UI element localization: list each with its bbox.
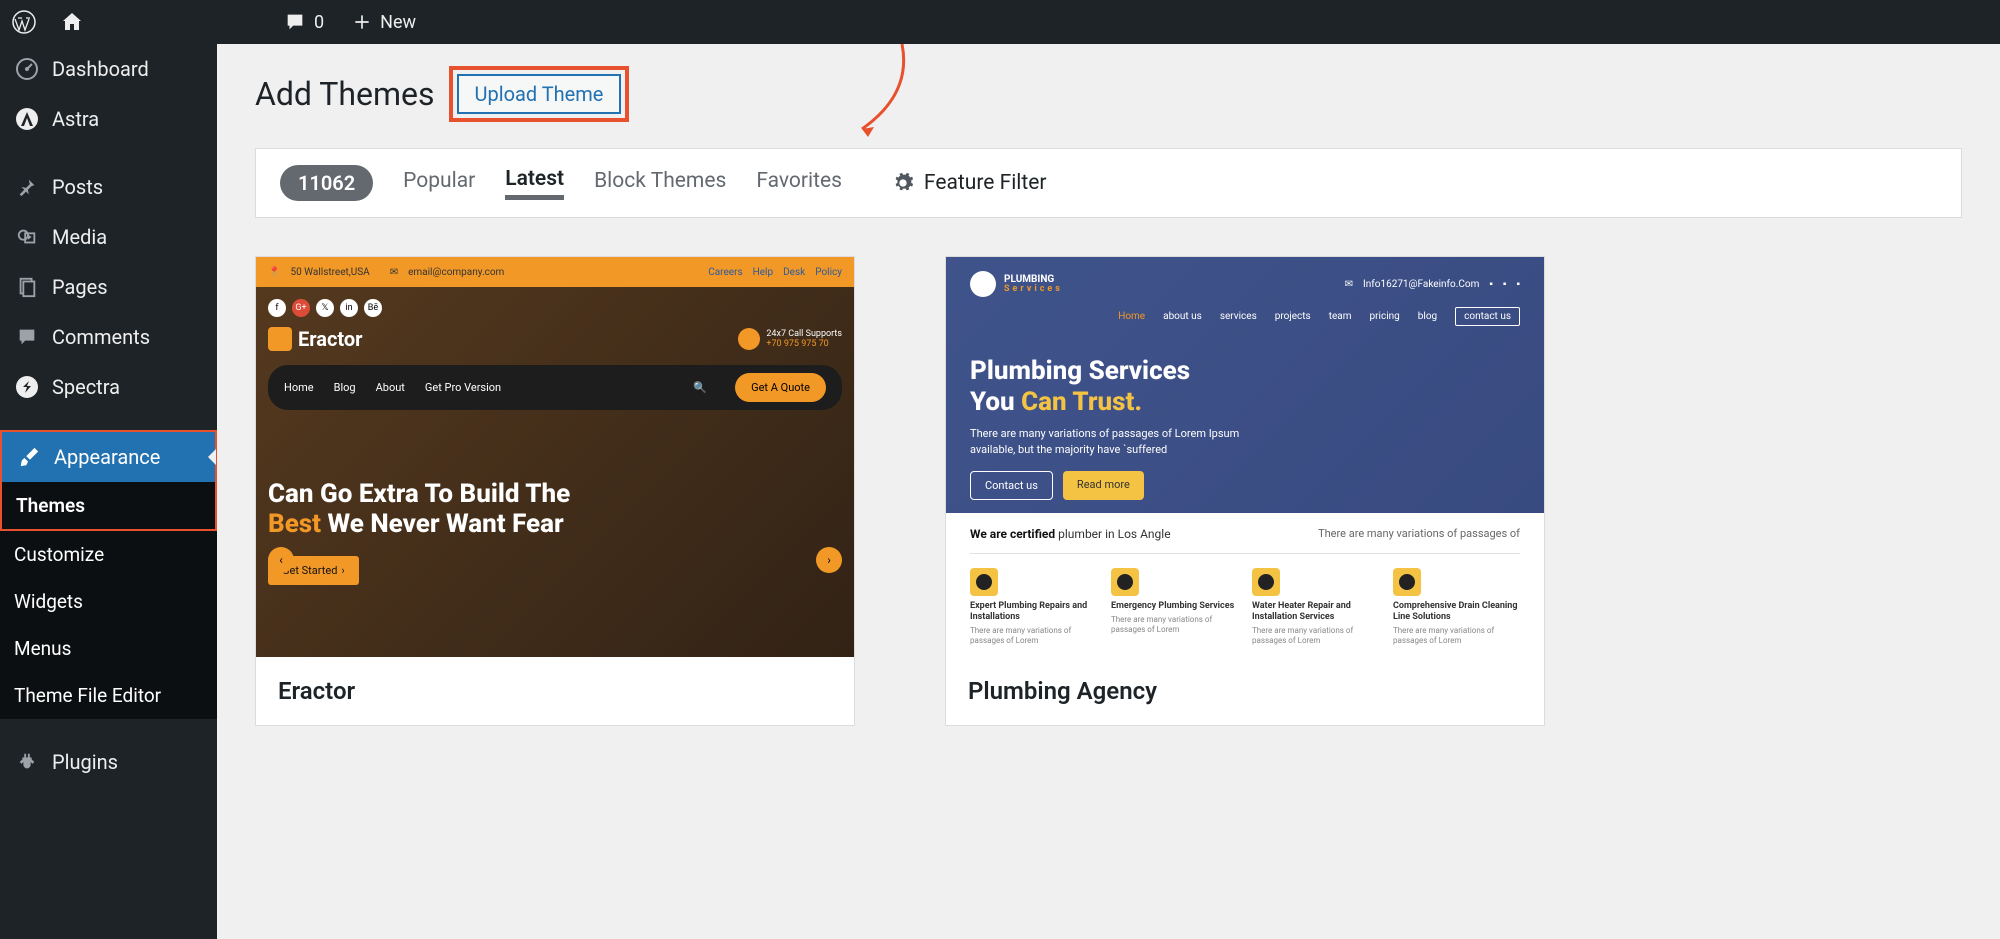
- new-label: New: [380, 12, 416, 33]
- preview-call: 24x7 Call Supports+70 975 975 70: [738, 328, 842, 350]
- sidebar-sub-widgets[interactable]: Widgets: [0, 578, 217, 625]
- sidebar-sub-label: Theme File Editor: [14, 684, 161, 707]
- new-button[interactable]: New: [352, 12, 416, 33]
- sidebar-item-appearance[interactable]: Appearance: [2, 430, 215, 482]
- upload-highlight: Upload Theme: [449, 66, 630, 122]
- preview-link: Careers: [708, 267, 742, 278]
- plugin-icon: [14, 749, 40, 775]
- theme-preview: 📍50 Wallstreet,USA ✉email@company.com Ca…: [256, 257, 854, 657]
- main-content: Add Themes Upload Theme 11062 Popular La…: [217, 44, 2000, 939]
- telegram-icon: ▪: [1516, 279, 1520, 290]
- gear-icon: [892, 172, 914, 194]
- preview-socials: fG+𝕏inBē: [268, 299, 382, 317]
- tab-latest[interactable]: Latest: [505, 167, 564, 200]
- media-icon: [14, 224, 40, 250]
- sidebar-item-dashboard[interactable]: Dashboard: [0, 44, 217, 94]
- theme-card-plumbing[interactable]: PLUMBINGServices ✉Info16271@Fakeinfo.Com…: [945, 256, 1545, 726]
- tab-block-themes[interactable]: Block Themes: [594, 169, 726, 197]
- sidebar-item-media[interactable]: Media: [0, 212, 217, 262]
- preview-contact-btn: Contact us: [970, 471, 1053, 500]
- comments-count-value: 0: [314, 12, 324, 33]
- sidebar-label: Comments: [52, 325, 150, 349]
- admin-topbar: 0 New: [0, 0, 2000, 44]
- dashboard-icon: [14, 56, 40, 82]
- sidebar-label: Media: [52, 225, 107, 249]
- carousel-prev-icon: ‹: [268, 547, 294, 573]
- sidebar-sub-label: Themes: [16, 494, 85, 517]
- upload-theme-button[interactable]: Upload Theme: [457, 74, 622, 114]
- sidebar-label: Plugins: [52, 750, 118, 774]
- sidebar-label: Posts: [52, 175, 103, 199]
- sidebar-item-spectra[interactable]: Spectra: [0, 362, 217, 412]
- preview-address: 50 Wallstreet,USA: [290, 267, 369, 278]
- sidebar-sub-label: Menus: [14, 637, 71, 660]
- page-header: Add Themes Upload Theme: [255, 66, 1962, 122]
- sidebar-item-posts[interactable]: Posts: [0, 162, 217, 212]
- theme-name: Plumbing Agency: [946, 657, 1544, 725]
- sidebar-label: Appearance: [54, 445, 160, 469]
- sidebar-sub-theme-file-editor[interactable]: Theme File Editor: [0, 672, 217, 719]
- facebook-icon: ▪: [1489, 279, 1493, 290]
- preview-read-btn: Read more: [1063, 471, 1144, 500]
- home-icon[interactable]: [60, 10, 84, 34]
- preview-email: Info16271@Fakeinfo.Com: [1363, 279, 1479, 290]
- wordpress-logo-icon[interactable]: [12, 10, 36, 34]
- search-icon: 🔍: [693, 381, 707, 394]
- admin-sidebar: Dashboard Astra Posts Media Pages Commen…: [0, 44, 217, 939]
- preview-hero: fG+𝕏inBē Eractor 24x7 Call Supports+70 9…: [256, 287, 854, 657]
- preview-lower: We are certified plumber in Los Angle Th…: [946, 513, 1544, 657]
- theme-preview: PLUMBINGServices ✉Info16271@Fakeinfo.Com…: [946, 257, 1544, 657]
- brush-icon: [16, 444, 42, 470]
- twitter-icon: ▪: [1503, 279, 1507, 290]
- preview-email: email@company.com: [408, 267, 504, 278]
- plus-icon: [352, 12, 372, 32]
- preview-headline: Can Go Extra To Build The Best We Never …: [268, 480, 842, 540]
- sidebar-sub-menus[interactable]: Menus: [0, 625, 217, 672]
- preview-headline: Plumbing Services You Can Trust.: [970, 356, 1520, 418]
- preview-topbar: 📍50 Wallstreet,USA ✉email@company.com Ca…: [256, 257, 854, 287]
- page-title: Add Themes: [255, 75, 435, 113]
- filter-bar: 11062 Popular Latest Block Themes Favori…: [255, 148, 1962, 218]
- astra-icon: [14, 106, 40, 132]
- sidebar-item-comments[interactable]: Comments: [0, 312, 217, 362]
- sidebar-sub-label: Widgets: [14, 590, 83, 613]
- spectra-icon: [14, 374, 40, 400]
- sidebar-item-astra[interactable]: Astra: [0, 94, 217, 144]
- comment-icon: [14, 324, 40, 350]
- comments-count[interactable]: 0: [284, 11, 324, 33]
- comment-icon: [284, 11, 306, 33]
- sidebar-item-plugins[interactable]: Plugins: [0, 737, 217, 787]
- sidebar-sub-themes[interactable]: Themes: [2, 482, 215, 529]
- sidebar-sub-customize[interactable]: Customize: [0, 531, 217, 578]
- theme-count-badge: 11062: [280, 165, 373, 201]
- sidebar-label: Astra: [52, 107, 99, 131]
- preview-logo: Eractor: [268, 327, 363, 351]
- themes-grid: 📍50 Wallstreet,USA ✉email@company.com Ca…: [255, 256, 1962, 726]
- feature-filter-button[interactable]: Feature Filter: [892, 171, 1047, 195]
- carousel-next-icon: ›: [816, 547, 842, 573]
- theme-name: Eractor: [256, 657, 854, 725]
- feature-filter-label: Feature Filter: [924, 171, 1047, 195]
- tab-popular[interactable]: Popular: [403, 169, 475, 197]
- preview-hero: PLUMBINGServices ✉Info16271@Fakeinfo.Com…: [946, 257, 1544, 513]
- tab-favorites[interactable]: Favorites: [756, 169, 842, 197]
- preview-nav: Home Blog About Get Pro Version 🔍 Get A …: [268, 365, 842, 410]
- preview-link: Policy: [815, 267, 842, 278]
- appearance-section: Appearance Themes: [0, 430, 217, 531]
- sidebar-sub-label: Customize: [14, 543, 104, 566]
- preview-link: Desk: [783, 267, 805, 278]
- preview-nav: Home about us services projects team pri…: [970, 307, 1520, 326]
- sidebar-label: Spectra: [52, 375, 120, 399]
- sidebar-label: Pages: [52, 275, 108, 299]
- preview-link: Help: [753, 267, 773, 278]
- preview-desc: There are many variations of passages of…: [970, 426, 1250, 457]
- preview-quote-btn: Get A Quote: [735, 373, 826, 402]
- sidebar-item-pages[interactable]: Pages: [0, 262, 217, 312]
- preview-logo: PLUMBINGServices: [970, 271, 1063, 297]
- theme-card-eractor[interactable]: 📍50 Wallstreet,USA ✉email@company.com Ca…: [255, 256, 855, 726]
- pages-icon: [14, 274, 40, 300]
- pin-icon: [14, 174, 40, 200]
- sidebar-label: Dashboard: [52, 57, 149, 81]
- preview-services: Expert Plumbing Repairs and Installation…: [970, 568, 1520, 646]
